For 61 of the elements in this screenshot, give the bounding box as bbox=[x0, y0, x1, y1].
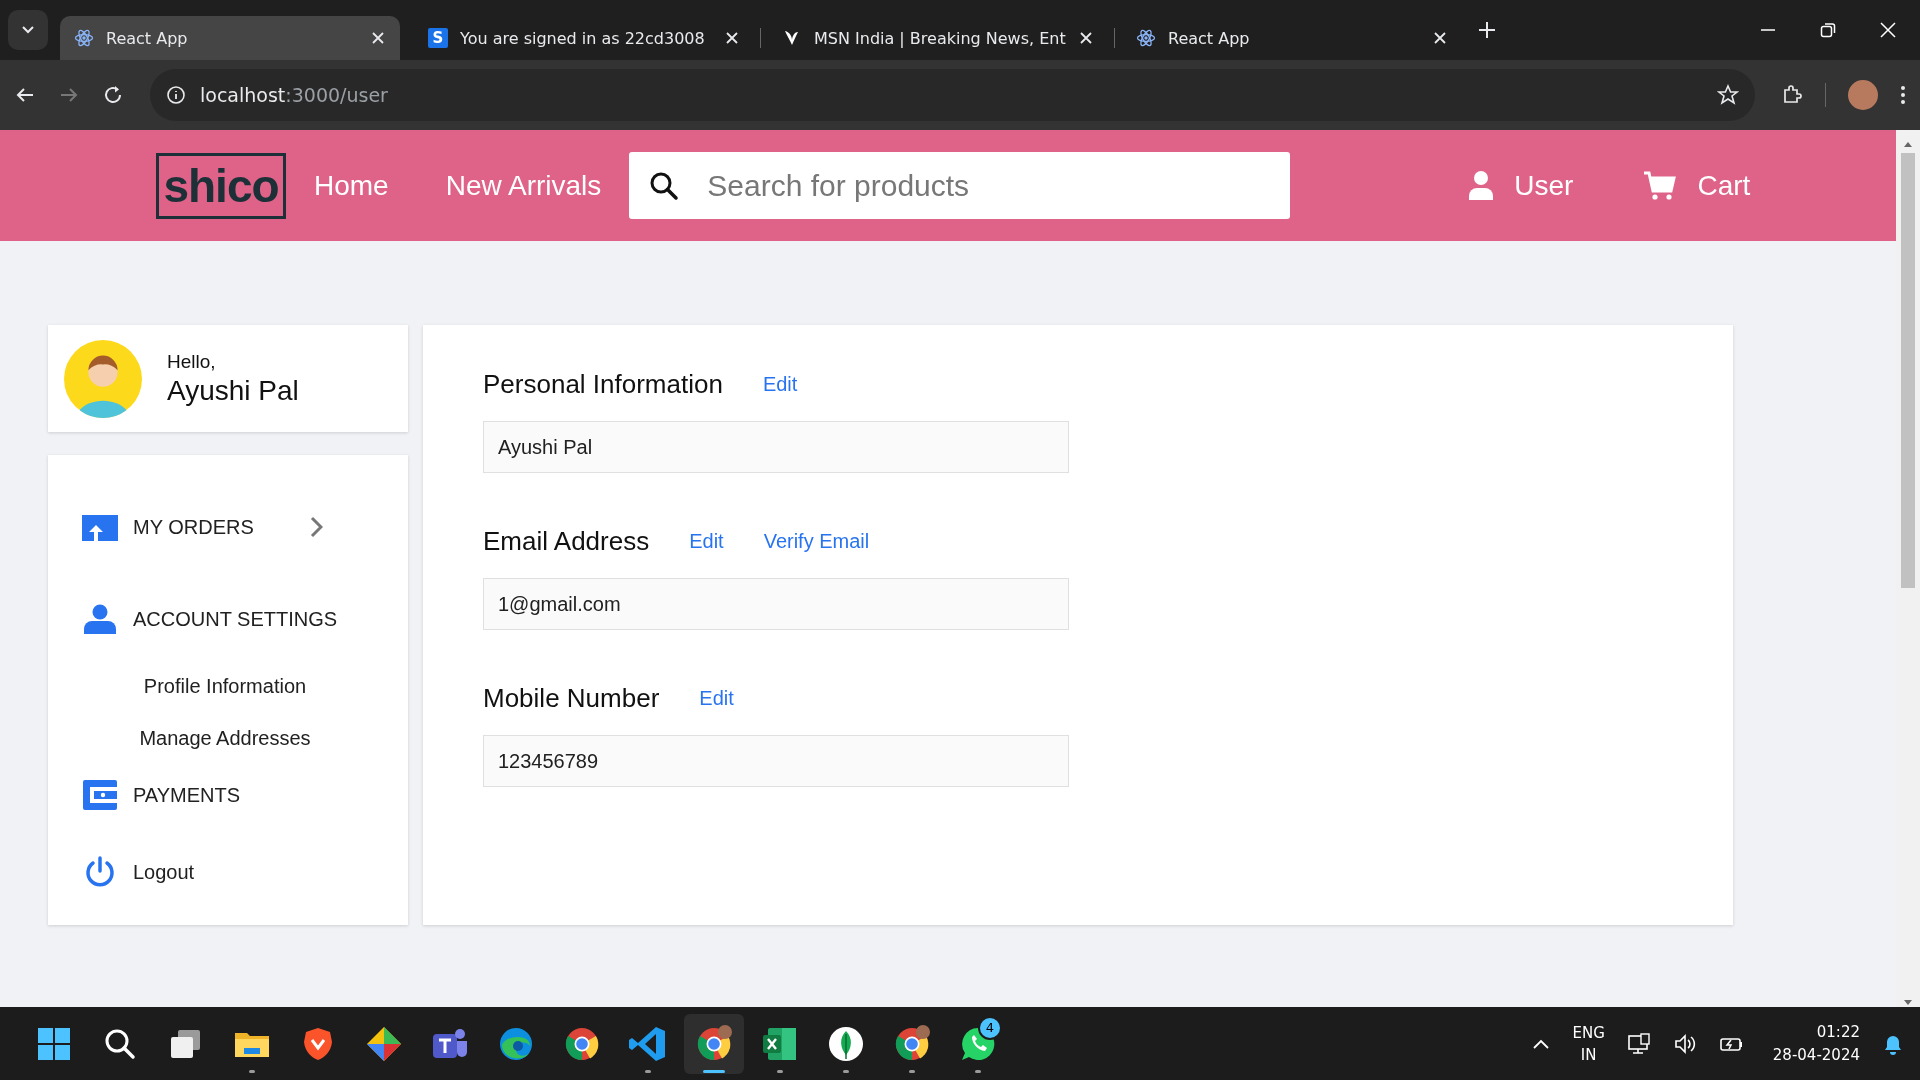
url-text[interactable]: localhost:3000/user bbox=[200, 84, 388, 106]
speaker-icon[interactable] bbox=[1672, 1031, 1697, 1056]
action-link[interactable]: Edit bbox=[689, 529, 724, 553]
menu-link[interactable]: Manage Addresses bbox=[77, 727, 373, 753]
menu-section-label[interactable]: ACCOUNT SETTINGS bbox=[133, 607, 338, 631]
chevron-right-icon[interactable] bbox=[308, 516, 323, 538]
language-text[interactable]: ENG bbox=[1572, 1021, 1605, 1044]
star-icon[interactable] bbox=[1717, 84, 1739, 106]
person-icon bbox=[1468, 169, 1495, 202]
close-icon[interactable] bbox=[1880, 22, 1896, 38]
tab-favicon: S bbox=[428, 28, 448, 48]
logout-link[interactable]: Logout bbox=[133, 860, 195, 884]
action-link[interactable]: Verify Email bbox=[763, 529, 870, 553]
greeting-text: Hello, bbox=[167, 350, 217, 373]
close-icon[interactable] bbox=[370, 30, 386, 46]
scroll-up-icon[interactable] bbox=[1903, 140, 1913, 149]
logo[interactable]: shico bbox=[156, 152, 286, 219]
search-field[interactable]: Search for products bbox=[629, 152, 1291, 219]
restore-icon[interactable] bbox=[1820, 22, 1836, 38]
menu-section-label[interactable]: PAYMENTS bbox=[133, 783, 241, 807]
orders-icon bbox=[82, 513, 118, 541]
close-icon[interactable] bbox=[1432, 30, 1448, 46]
taskbar-app[interactable]: 4 bbox=[948, 1013, 1008, 1074]
section-title: Personal Information bbox=[483, 368, 723, 400]
action-link[interactable]: Edit bbox=[699, 686, 734, 710]
search-input[interactable]: Search for products bbox=[705, 167, 1291, 204]
atom-icon bbox=[74, 28, 94, 48]
power-icon bbox=[84, 856, 116, 888]
notification-count: 4 bbox=[978, 1015, 1002, 1040]
cart-icon bbox=[1643, 170, 1678, 201]
plus-icon[interactable] bbox=[1478, 21, 1496, 39]
avatar-icon bbox=[64, 339, 142, 418]
action-link[interactable]: Edit bbox=[762, 372, 798, 396]
section-title: Mobile Number bbox=[483, 682, 660, 714]
network-icon[interactable] bbox=[1626, 1031, 1651, 1056]
profile-avatar[interactable] bbox=[1848, 80, 1878, 110]
puzzle-icon[interactable] bbox=[1781, 84, 1803, 106]
reload-icon[interactable] bbox=[102, 84, 124, 106]
search-icon bbox=[649, 170, 680, 201]
scrollbar-thumb[interactable] bbox=[1901, 153, 1915, 588]
clock-time[interactable]: 01:22 bbox=[1816, 1020, 1860, 1044]
menu-section-label[interactable]: MY ORDERS bbox=[133, 515, 254, 539]
atom-icon bbox=[1136, 28, 1156, 48]
info-icon[interactable] bbox=[166, 85, 186, 105]
user-name: Ayushi Pal bbox=[167, 374, 299, 407]
taskbar-app[interactable] bbox=[684, 1013, 744, 1074]
region-text[interactable]: IN bbox=[1580, 1043, 1597, 1066]
address-bar[interactable]: localhost:3000/user bbox=[150, 69, 1755, 121]
browser-tab[interactable]: React App bbox=[60, 16, 400, 60]
input-field[interactable]: Ayushi Pal bbox=[483, 421, 1069, 473]
clock-date[interactable]: 28-04-2024 bbox=[1772, 1043, 1860, 1067]
section-title: Email Address bbox=[483, 525, 650, 557]
close-icon[interactable] bbox=[724, 30, 740, 46]
close-icon[interactable] bbox=[1078, 30, 1094, 46]
wallet-icon bbox=[83, 780, 117, 810]
menu-link[interactable]: Profile Information bbox=[77, 675, 373, 701]
menu-icon[interactable] bbox=[1900, 85, 1906, 105]
input-field[interactable]: 1@gmail.com bbox=[483, 578, 1069, 630]
input-field[interactable]: 123456789 bbox=[483, 735, 1069, 787]
person-icon bbox=[84, 604, 116, 634]
browser-tab[interactable]: S You are signed in as 22cd3008 bbox=[414, 16, 754, 60]
